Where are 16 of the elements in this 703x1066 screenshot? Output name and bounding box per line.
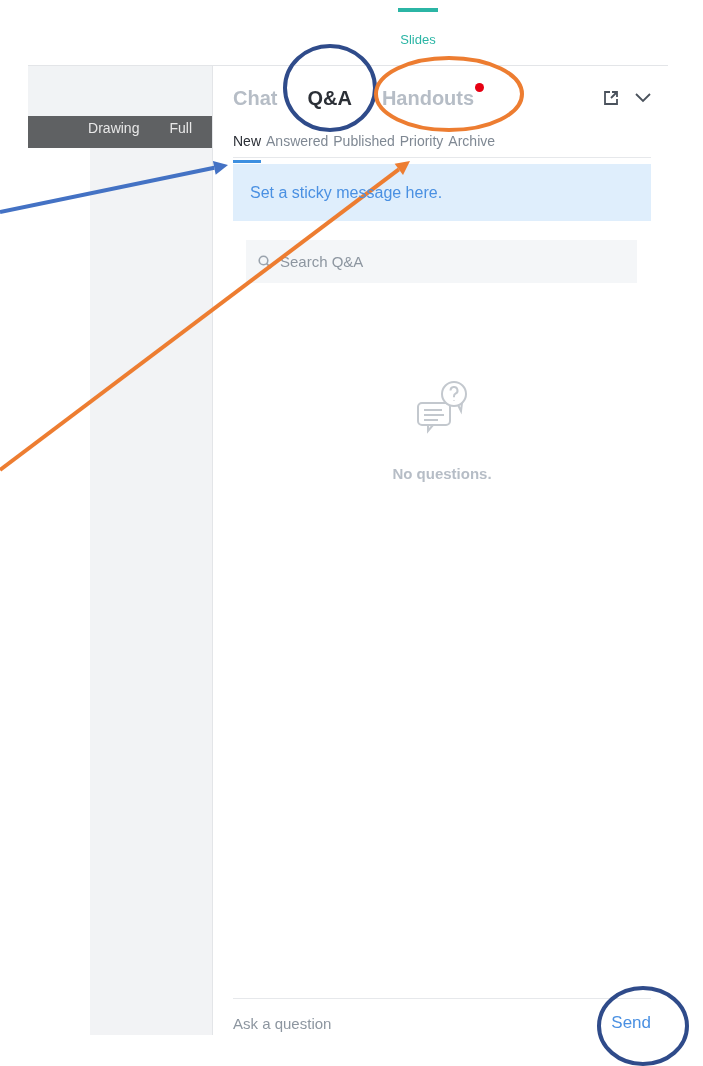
send-button[interactable]: Send bbox=[611, 1009, 651, 1035]
slides-tab[interactable]: Slides bbox=[398, 0, 438, 50]
toolbar-item[interactable]: Drawing bbox=[88, 118, 140, 148]
empty-message: No questions. bbox=[392, 464, 492, 484]
filter-tab[interactable]: Archive bbox=[448, 131, 496, 163]
filter-tab[interactable]: Published bbox=[333, 131, 395, 163]
panel-tab[interactable]: Chat bbox=[233, 82, 278, 113]
filter-tab[interactable]: Answered bbox=[266, 131, 329, 163]
chevron-down-icon[interactable] bbox=[635, 92, 651, 103]
question-chat-icon bbox=[416, 379, 468, 435]
popout-icon[interactable] bbox=[603, 89, 619, 106]
panel-tab[interactable]: Q&A bbox=[307, 82, 352, 113]
panel-tab[interactable]: Handouts bbox=[381, 82, 475, 113]
search-field[interactable]: Search Q&A bbox=[246, 240, 637, 283]
filter-tab[interactable]: Priority bbox=[399, 131, 444, 163]
toolbar-item[interactable]: Full bbox=[169, 118, 192, 148]
